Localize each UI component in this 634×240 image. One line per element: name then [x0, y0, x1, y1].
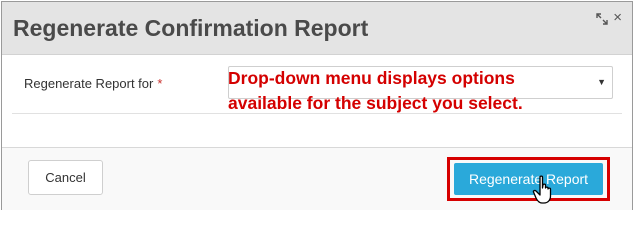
cancel-button[interactable]: Cancel — [28, 160, 103, 195]
dialog-title: Regenerate Confirmation Report — [13, 15, 369, 41]
expand-icon[interactable] — [596, 13, 608, 25]
field-label-text: Regenerate Report for — [24, 76, 154, 91]
close-icon[interactable]: × — [613, 10, 622, 25]
chevron-down-icon: ▼ — [597, 77, 606, 87]
annotation-callout: Drop-down menu displays options availabl… — [228, 68, 523, 113]
hand-pointer-icon — [532, 175, 552, 204]
required-asterisk: * — [157, 76, 163, 91]
dialog-header: Regenerate Confirmation Report × — [2, 2, 632, 55]
highlight-outline: Regenerate Report — [447, 157, 610, 201]
field-label: Regenerate Report for * — [24, 76, 162, 91]
regenerate-report-button[interactable]: Regenerate Report — [454, 163, 603, 195]
